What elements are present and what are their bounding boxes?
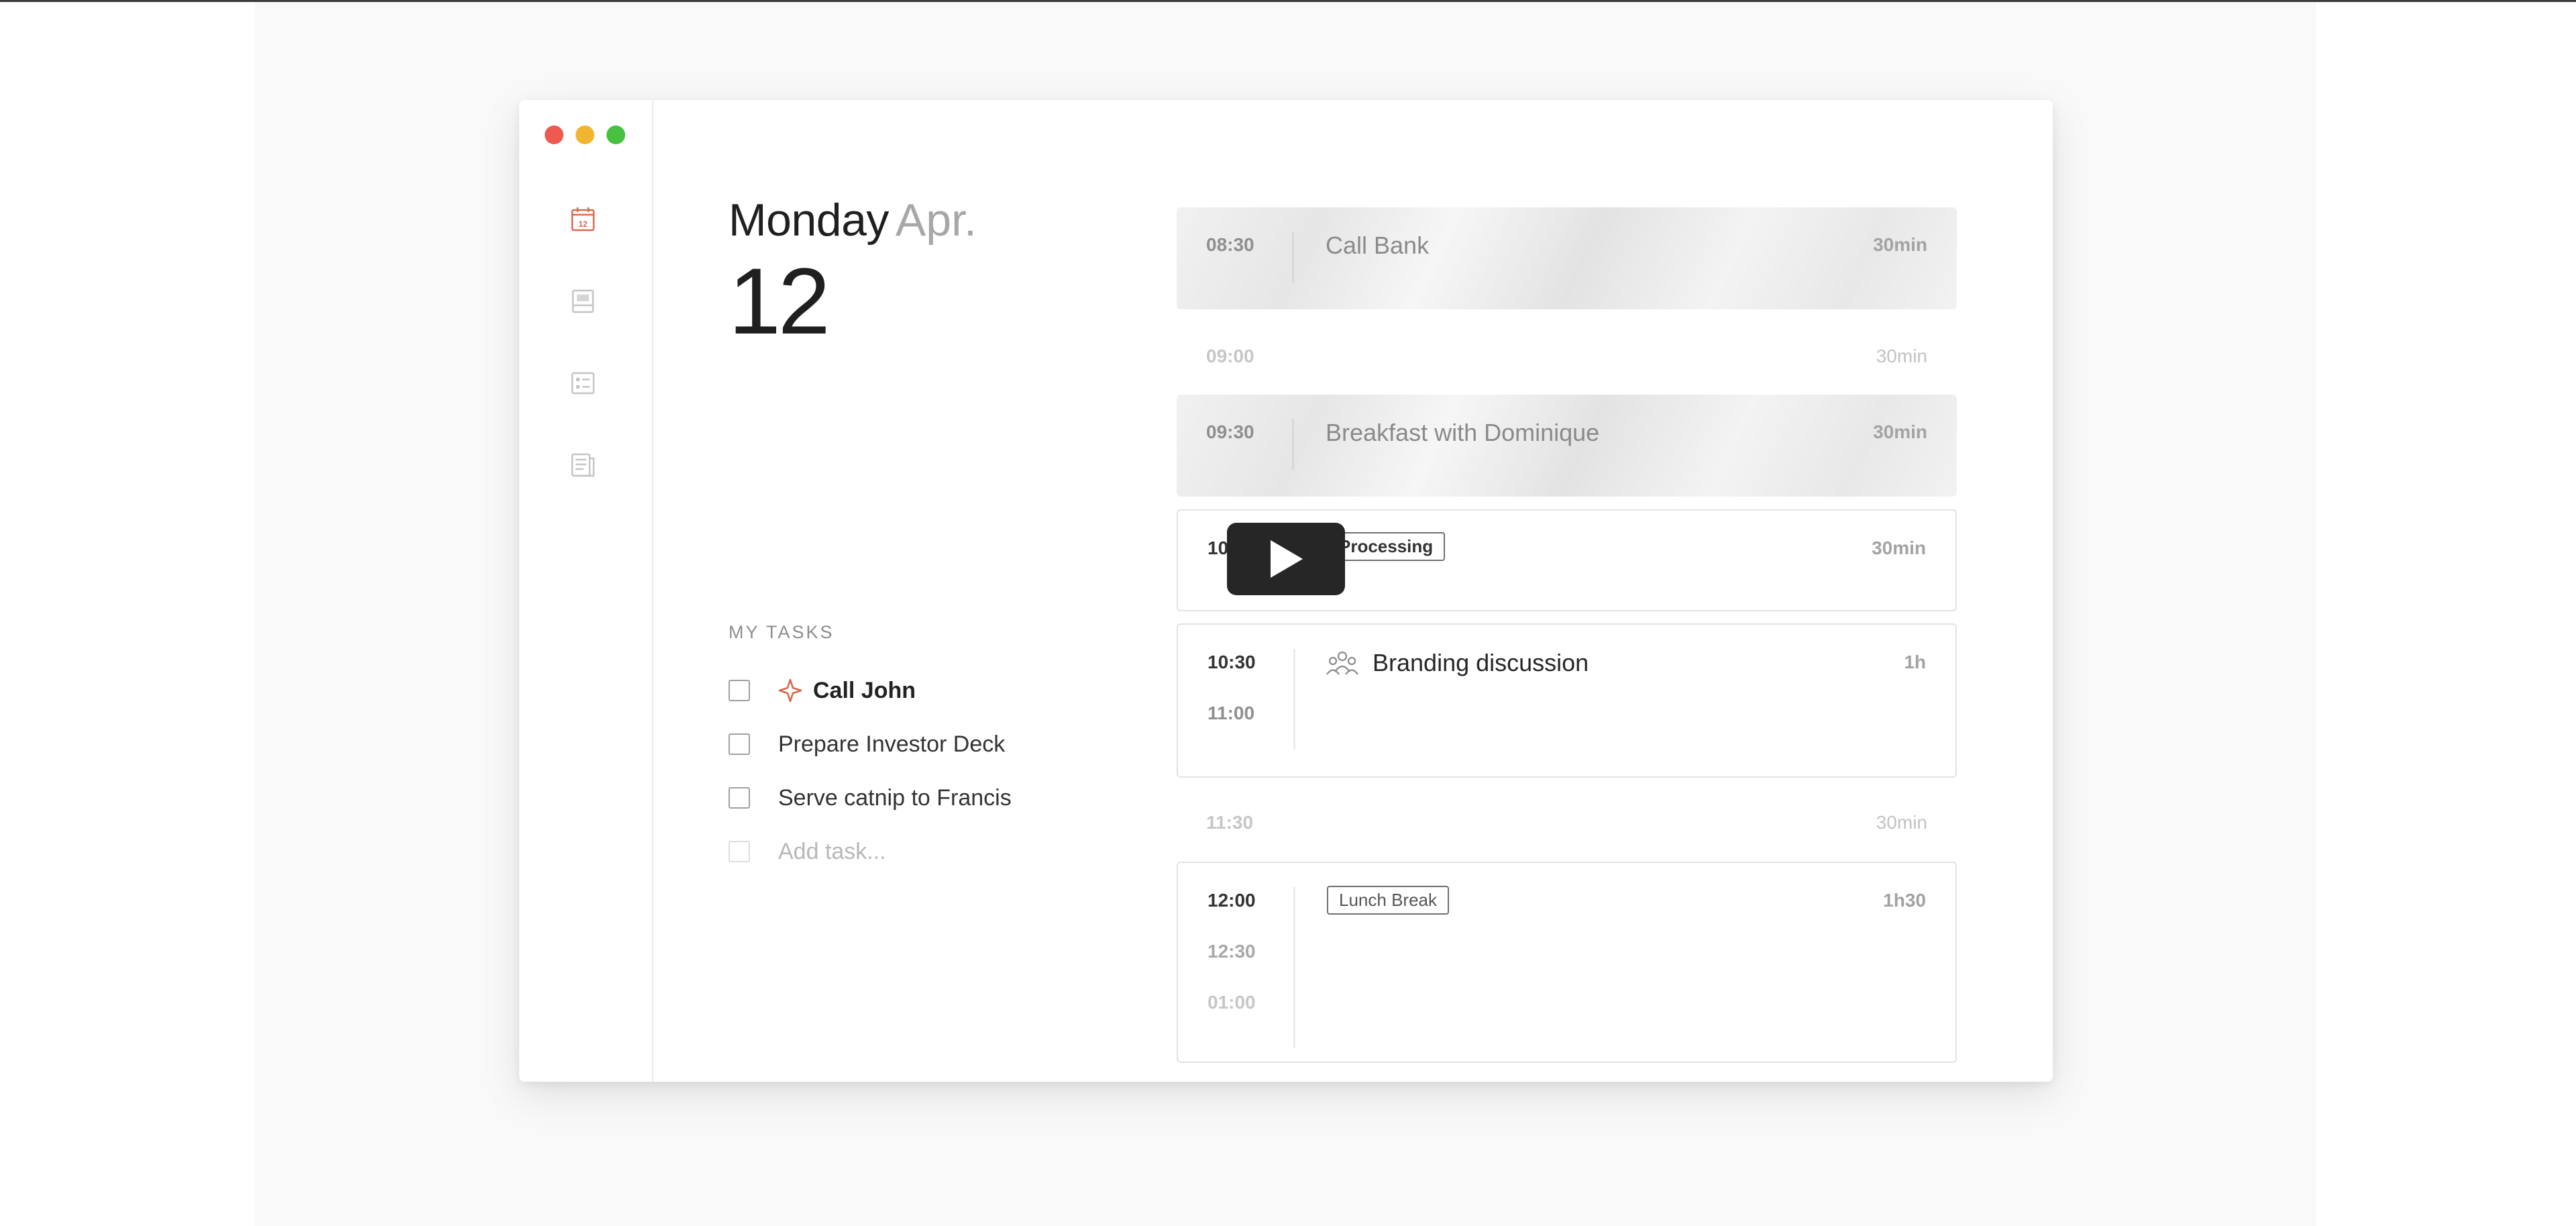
calendar-icon-label: 12 (578, 219, 588, 229)
notes-icon[interactable] (568, 450, 598, 480)
task-label: Prepare Investor Deck (778, 731, 1006, 757)
star-icon (778, 678, 802, 703)
event-duration: 30min (1872, 538, 1926, 558)
sidebar: 12 (519, 100, 653, 1082)
task-item[interactable]: Prepare Investor Deck (729, 729, 1005, 760)
event-time: 08:30 (1206, 234, 1254, 255)
event-tag: Lunch Break (1327, 886, 1449, 915)
slot-duration: 30min (1876, 812, 1927, 833)
weekday: Monday (729, 195, 889, 246)
event-time-extra: 12:30 (1208, 941, 1256, 962)
event-title: Breakfast with Dominique (1326, 419, 1600, 446)
task-item[interactable]: Serve catnip to Francis (729, 782, 1012, 813)
close-button[interactable] (545, 125, 564, 144)
event-time: 12:00 (1208, 890, 1256, 911)
empty-slot[interactable]: 11:30 30min (1177, 808, 1957, 848)
event-card[interactable]: 12:00 12:30 01:00 Lunch Break 1h30 (1177, 862, 1957, 1063)
event-divider (1293, 887, 1295, 1048)
event-time: 09:30 (1206, 421, 1254, 442)
slot-duration: 30min (1876, 346, 1927, 366)
schedule: 08:30 Call Bank 30min 09:00 30min 09:30 … (1177, 207, 1957, 1082)
add-task-input[interactable]: Add task... (778, 839, 886, 865)
event-title: Branding discussion (1373, 649, 1589, 676)
event-time-end: 11:00 (1208, 703, 1255, 723)
event-card[interactable]: 09:30 Breakfast with Dominique 30min (1177, 395, 1957, 497)
event-duration: 30min (1873, 234, 1927, 255)
empty-slot[interactable]: 09:00 30min (1177, 342, 1957, 382)
event-time-extra: 01:00 (1208, 992, 1256, 1013)
task-item[interactable]: Call John (729, 675, 916, 706)
task-checkbox[interactable] (729, 733, 750, 755)
event-divider (1292, 419, 1294, 470)
event-divider (1292, 232, 1294, 283)
month: Apr. (895, 195, 977, 246)
event-card[interactable]: 08:30 Call Bank 30min (1177, 207, 1957, 309)
date-heading: Monday Apr. (729, 194, 977, 246)
event-duration: 30min (1873, 421, 1927, 442)
group-icon (1326, 651, 1358, 675)
add-task-checkbox (729, 841, 750, 862)
task-checkbox[interactable] (729, 680, 750, 701)
add-task-row[interactable]: Add task... (729, 836, 886, 867)
task-label: Serve catnip to Francis (778, 784, 1012, 811)
schedule-fade (1177, 1076, 1957, 1082)
event-duration: 1h (1904, 652, 1926, 672)
task-label: Call John (813, 677, 916, 703)
day-number: 12 (729, 248, 830, 354)
tasks-title: MY TASKS (729, 622, 835, 642)
checklist-icon[interactable] (568, 368, 598, 398)
event-card[interactable]: 10:30 11:00 Branding discussion 1h (1177, 623, 1957, 778)
zoom-button[interactable] (606, 125, 625, 144)
event-duration: 1h30 (1883, 890, 1926, 911)
calendar-icon[interactable]: 12 (568, 205, 598, 234)
play-icon (1271, 540, 1303, 578)
slot-time: 09:00 (1206, 346, 1254, 366)
minimize-button[interactable] (576, 125, 594, 144)
event-title: Call Bank (1326, 232, 1430, 259)
play-button[interactable] (1227, 523, 1345, 595)
event-time: 10:30 (1208, 652, 1256, 672)
inbox-icon[interactable] (568, 287, 598, 316)
slot-time: 11:30 (1206, 812, 1254, 833)
task-checkbox[interactable] (729, 787, 750, 809)
event-divider (1293, 649, 1295, 750)
